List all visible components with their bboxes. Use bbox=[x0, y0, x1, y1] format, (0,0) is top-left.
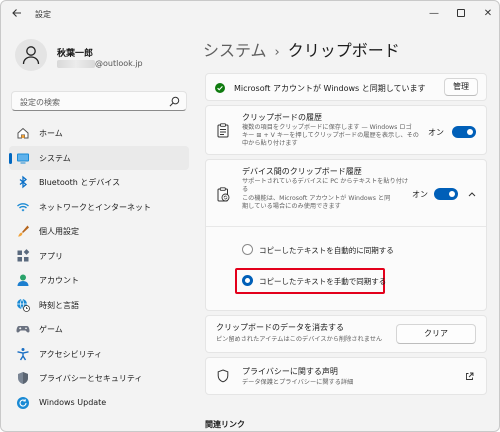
search-placeholder: 設定の検索 bbox=[20, 98, 60, 107]
person-icon bbox=[22, 46, 40, 65]
clear-button[interactable]: クリア bbox=[396, 324, 476, 344]
system-icon bbox=[17, 153, 29, 163]
shield-icon bbox=[18, 372, 28, 384]
maximize-button[interactable] bbox=[448, 5, 474, 23]
wifi-icon bbox=[17, 202, 29, 211]
apps-icon bbox=[17, 248, 30, 261]
cross-device-desc: る bbox=[242, 186, 249, 193]
sidebar-item-home[interactable]: ホーム bbox=[9, 121, 189, 146]
clipboard-history-card: クリップボードの履歴 複数の項目をクリップボードに保存します — Windows… bbox=[205, 105, 487, 155]
check-circle-icon bbox=[215, 83, 225, 93]
sidebar-item-privacy-security[interactable]: プライバシーとセキュリティ bbox=[9, 366, 189, 391]
home-icon bbox=[17, 127, 29, 139]
cross-device-note: 期している場合にのみ使用できます bbox=[242, 203, 341, 210]
clear-clipboard-desc: ピン留めされたアイテムはこのデバイスから削除されません bbox=[216, 336, 383, 343]
clipboard-list-icon bbox=[217, 123, 229, 138]
sidebar-item-label: 時刻と言語 bbox=[39, 300, 79, 310]
clipboard-history-desc: 中から貼り付けます bbox=[242, 140, 298, 147]
sync-status-card: Microsoft アカウントが Windows と同期しています 管理 bbox=[205, 73, 487, 101]
sidebar-nav: ホーム システム Bluetooth とデバイス ネットワークとインターネット … bbox=[9, 121, 189, 415]
page-title: クリップボード bbox=[287, 41, 400, 60]
sidebar-item-label: Bluetooth とデバイス bbox=[39, 178, 121, 187]
breadcrumb-separator-icon: › bbox=[274, 45, 280, 60]
email-redaction bbox=[57, 60, 95, 68]
cross-device-desc: サポートされているデバイスに PC からテキストを貼り付け bbox=[242, 178, 409, 185]
sync-manual-label[interactable]: コピーしたテキストを手動で同期する bbox=[259, 276, 386, 287]
external-link-icon bbox=[466, 372, 474, 380]
sidebar-item-label: Windows Update bbox=[39, 397, 107, 407]
privacy-title: プライバシーに関する声明 bbox=[242, 367, 338, 376]
sidebar-item-label: プライバシーとセキュリティ bbox=[39, 374, 143, 383]
sync-auto-radio[interactable] bbox=[242, 244, 253, 255]
sidebar-item-windows-update[interactable]: Windows Update bbox=[9, 391, 189, 416]
divider bbox=[206, 226, 486, 227]
sync-status-text: Microsoft アカウントが Windows と同期しています bbox=[234, 84, 426, 93]
privacy-desc: データ保護とプライバシーに関する詳細 bbox=[242, 379, 354, 386]
sidebar-item-bluetooth[interactable]: Bluetooth とデバイス bbox=[9, 170, 189, 195]
sidebar-item-label: アプリ bbox=[39, 251, 63, 261]
clear-clipboard-title: クリップボードのデータを消去する bbox=[216, 323, 344, 332]
update-icon bbox=[17, 396, 29, 409]
profile-name: 秋葉一郎 bbox=[57, 49, 94, 59]
clipboard-sync-icon bbox=[217, 187, 230, 202]
search-input[interactable]: 設定の検索 bbox=[11, 91, 187, 111]
breadcrumb-parent[interactable]: システム bbox=[203, 41, 267, 60]
sidebar-item-label: ホーム bbox=[39, 129, 63, 138]
cross-device-toggle[interactable] bbox=[434, 188, 458, 200]
accessibility-icon bbox=[17, 347, 29, 360]
clipboard-history-toggle[interactable] bbox=[452, 126, 476, 138]
sidebar-item-label: 個人用設定 bbox=[39, 227, 79, 236]
sidebar-item-label: アカウント bbox=[39, 276, 79, 285]
sidebar-item-accounts[interactable]: アカウント bbox=[9, 268, 189, 293]
back-arrow-icon[interactable] bbox=[9, 7, 25, 23]
maximize-icon bbox=[457, 9, 465, 17]
account-icon bbox=[17, 274, 29, 286]
sync-manual-radio[interactable] bbox=[242, 275, 253, 286]
avatar[interactable] bbox=[15, 39, 47, 71]
sidebar-item-label: アクセシビリティ bbox=[39, 349, 103, 359]
sidebar-item-label: ネットワークとインターネット bbox=[39, 202, 151, 212]
clear-clipboard-card: クリップボードのデータを消去する ピン留めされたアイテムはこのデバイスから削除さ… bbox=[205, 315, 487, 353]
manage-button[interactable]: 管理 bbox=[444, 78, 478, 96]
close-button[interactable]: ✕ bbox=[475, 5, 499, 23]
clipboard-history-title: クリップボードの履歴 bbox=[242, 113, 322, 122]
toggle-state-label: オン bbox=[428, 128, 444, 137]
sidebar-item-time-language[interactable]: 時刻と言語 bbox=[9, 293, 189, 318]
brush-icon bbox=[18, 225, 29, 237]
sidebar-item-label: ゲーム bbox=[39, 325, 63, 334]
sidebar-item-label: システム bbox=[39, 153, 71, 163]
sidebar-item-network[interactable]: ネットワークとインターネット bbox=[9, 195, 189, 220]
sidebar-item-apps[interactable]: アプリ bbox=[9, 244, 189, 269]
privacy-statement-card[interactable]: プライバシーに関する声明 データ保護とプライバシーに関する詳細 bbox=[205, 357, 487, 395]
chevron-up-icon[interactable] bbox=[468, 191, 476, 197]
gamepad-icon bbox=[16, 326, 30, 333]
toggle-state-label: オン bbox=[412, 190, 428, 199]
minimize-button[interactable]: — bbox=[421, 5, 447, 23]
sidebar-item-personalization[interactable]: 個人用設定 bbox=[9, 219, 189, 244]
profile-email: @outlook.jp bbox=[95, 59, 143, 68]
bluetooth-icon bbox=[19, 175, 28, 189]
app-title: 設定 bbox=[35, 10, 51, 19]
sidebar-item-gaming[interactable]: ゲーム bbox=[9, 317, 189, 342]
globe-clock-icon bbox=[17, 298, 30, 312]
settings-window: 設定 — ✕ 秋葉一郎 @outlook.jp 設定の検索 ホーム システム B… bbox=[0, 0, 500, 432]
breadcrumb: システム › クリップボード bbox=[203, 37, 400, 61]
shield-outline-icon bbox=[217, 369, 229, 383]
sidebar-item-system[interactable]: システム bbox=[9, 145, 189, 170]
cross-device-title: デバイス間のクリップボード履歴 bbox=[242, 167, 362, 176]
sync-auto-label[interactable]: コピーしたテキストを自動的に同期する bbox=[259, 245, 394, 256]
sidebar-item-accessibility[interactable]: アクセシビリティ bbox=[9, 342, 189, 367]
related-links-heading: 関連リンク bbox=[205, 420, 245, 429]
search-icon bbox=[169, 96, 180, 107]
title-bar: 設定 — ✕ bbox=[1, 1, 499, 29]
